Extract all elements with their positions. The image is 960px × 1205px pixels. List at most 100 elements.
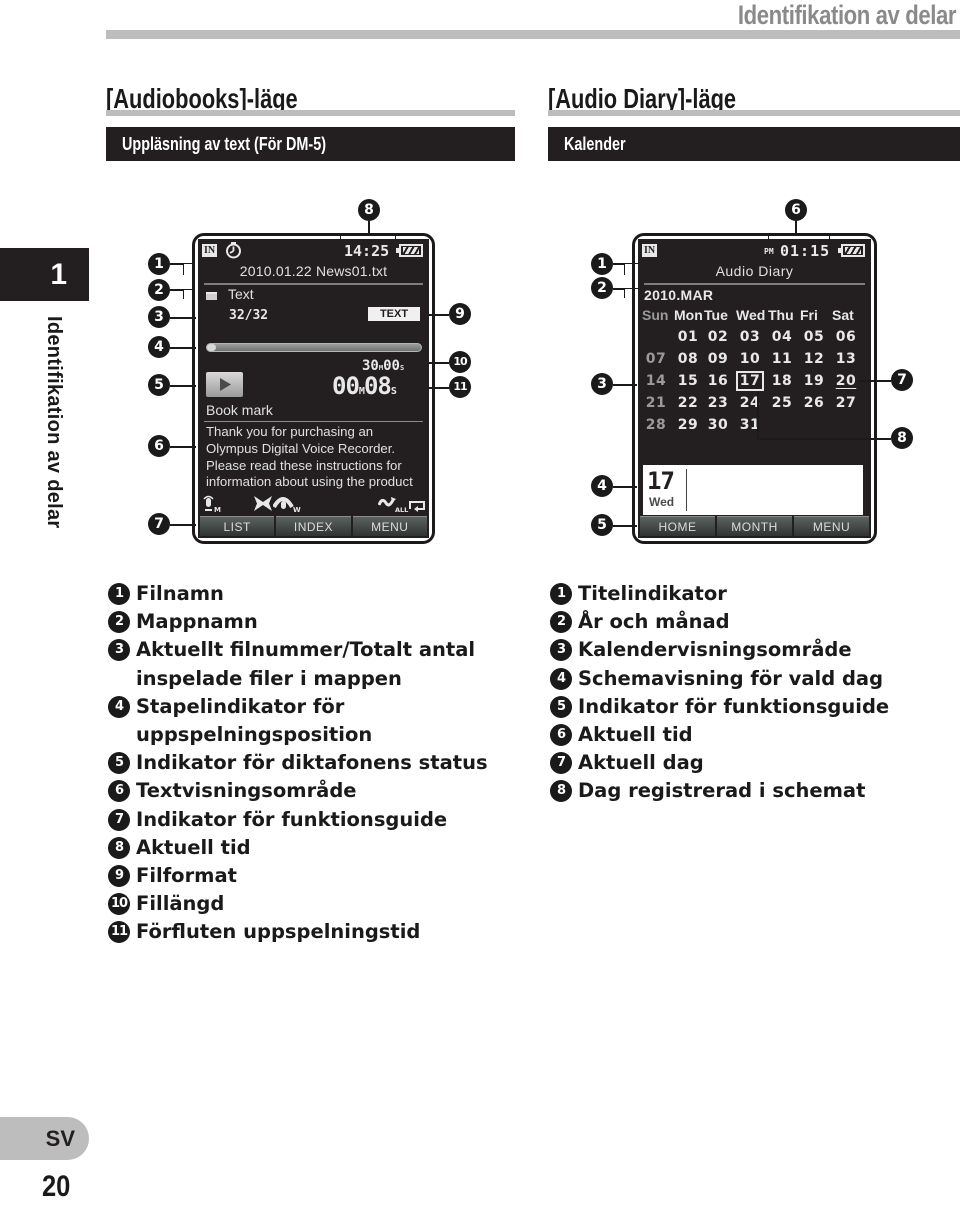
legend-text-line: Förfluten uppspelningstid (136, 920, 421, 944)
legend-item: 5 Indikator för diktafonens status (108, 749, 488, 777)
audio-diary-subtitle: Kalender (564, 134, 626, 154)
legend-text-line: Filnamn (136, 582, 224, 605)
legend-item: 1 Titelindikator (550, 580, 889, 608)
legend-text: Filnamn (136, 580, 224, 608)
calendar-day[interactable]: 09 (703, 351, 733, 367)
calendar-day[interactable]: 12 (799, 351, 829, 367)
calendar-day[interactable]: 25 (767, 395, 797, 411)
repeat-all-suffix: ALL (395, 506, 408, 513)
legend-text: Aktuellt filnummer/Totalt antal inspelade… (136, 636, 475, 692)
calendar-day-current[interactable]: 20 (831, 373, 861, 389)
calendar-day[interactable]: 23 (703, 395, 733, 411)
calendar-day[interactable]: 16 (703, 373, 733, 389)
schedule-day-number: 17 (647, 467, 675, 495)
legend-text: Stapelindikator för uppspelningsposition (136, 693, 372, 749)
calendar-day[interactable]: 06 (831, 329, 861, 345)
leader-line (757, 438, 891, 440)
calendar-day[interactable]: 01 (673, 329, 703, 345)
leader-line (757, 392, 759, 439)
callout-3: 3 (148, 306, 170, 328)
schedule-divider (686, 469, 687, 511)
battery-icon (396, 244, 423, 257)
legend-number: 2 (108, 611, 130, 634)
callout-2: 2 (591, 277, 613, 299)
legend-text: Filformat (136, 862, 237, 890)
leader-bracket (768, 234, 830, 240)
legend-number: 4 (550, 667, 572, 690)
calendar-day[interactable]: 03 (735, 329, 765, 345)
calendar-day[interactable]: 22 (673, 395, 703, 411)
legend-item: 4 Stapelindikator för uppspelningsposition (108, 693, 488, 749)
calendar-day[interactable]: 28 (641, 417, 671, 433)
file-counter: 32/32 (229, 308, 269, 323)
softkey-month[interactable]: MONTH (717, 516, 792, 536)
legend-text: Aktuell tid (578, 721, 693, 749)
calendar-day[interactable]: 05 (799, 329, 829, 345)
filename: 2010.01.22 News01.txt (239, 263, 388, 279)
callout-11: 11 (449, 376, 471, 398)
legend-item: 6 Textvisningsområde (108, 777, 488, 805)
legend-number: 1 (108, 583, 130, 605)
calendar-day-scheduled[interactable]: 24 (735, 395, 765, 411)
file-length-s-unit: S (399, 364, 405, 372)
year-month: 2010.MAR (644, 287, 714, 303)
softkey-home[interactable]: HOME (640, 516, 715, 536)
calendar-day[interactable]: 10 (735, 351, 765, 367)
calendar-day[interactable]: 21 (641, 395, 671, 411)
text-line: information about using the product (206, 474, 413, 490)
calendar-day[interactable]: 19 (799, 373, 829, 389)
legend-text-line: Filformat (136, 864, 237, 888)
legend-text: Indikator för funktionsguide (578, 693, 889, 721)
softkey-menu[interactable]: MENU (352, 516, 427, 536)
legend-item: 6 Aktuell tid (550, 721, 889, 749)
calendar-day[interactable]: 04 (767, 329, 797, 345)
audio-diary-section-rule (548, 110, 960, 116)
text-line: Please read these instructions for (206, 457, 402, 473)
calendar-day-scheduled[interactable]: 31 (735, 417, 765, 433)
calendar-day[interactable]: 29 (673, 417, 703, 433)
legend-text: År och månad (578, 608, 730, 636)
calendar-day[interactable]: 08 (673, 351, 703, 367)
leader-line (170, 446, 196, 448)
calendar-day[interactable]: 07 (641, 351, 671, 367)
legend-text: Mappnamn (136, 608, 258, 636)
calendar-day[interactable]: 14 (641, 373, 671, 389)
softkey-list[interactable]: LIST (200, 516, 275, 536)
calendar-day[interactable]: 15 (673, 373, 703, 389)
leader-line (170, 289, 184, 291)
legend-text: Aktuell tid (136, 834, 251, 862)
leader-line (170, 317, 196, 319)
legend-item: 11 Förfluten uppspelningstid (108, 918, 488, 946)
calendar-day[interactable]: 18 (767, 373, 797, 389)
schedule-panel: 17 Wed (643, 465, 863, 515)
leader-line (428, 387, 449, 389)
legend-number: 5 (108, 752, 130, 775)
calendar-day[interactable]: 26 (799, 395, 829, 411)
progress-bar (206, 343, 422, 352)
weekday-header: Fri (800, 307, 818, 323)
file-format-badge: TEXT (368, 307, 420, 321)
legend-text-line: inspelade filer i mappen (136, 666, 402, 690)
legend-text: Förfluten uppspelningstid (136, 918, 420, 946)
calendar-day[interactable]: 30 (703, 417, 733, 433)
softkey-menu[interactable]: MENU (794, 516, 869, 536)
calendar-day[interactable]: 11 (767, 351, 797, 367)
legend-text: Textvisningsområde (136, 777, 357, 805)
callout-2: 2 (148, 279, 170, 301)
title-indicator: Audio Diary (715, 263, 794, 279)
calendar-day[interactable]: 13 (831, 351, 861, 367)
calendar-day[interactable]: 27 (831, 395, 861, 411)
softkey-index[interactable]: INDEX (276, 516, 351, 536)
folder-name: Text (228, 286, 254, 302)
calendar-day[interactable]: 02 (703, 329, 733, 345)
legend-item: 8 Aktuell tid (108, 834, 488, 862)
callout-3: 3 (591, 373, 613, 395)
legend-text-line: År och månad (578, 610, 730, 634)
legend-item: 3 Kalendervisningsområde (550, 636, 889, 664)
calendar-day-selected[interactable]: 17 (736, 371, 764, 391)
audiobooks-subtitle-bar: Uppläsning av text (För DM-5) (106, 127, 515, 161)
audio-diary-screen: IN PM 01:15 Audio Diary 2010.MAR Sun Mon T… (638, 239, 871, 538)
legend-text-line: Stapelindikator för (136, 694, 345, 718)
weekday-header: Sat (832, 307, 854, 323)
weekday-header: Mon (674, 307, 703, 323)
